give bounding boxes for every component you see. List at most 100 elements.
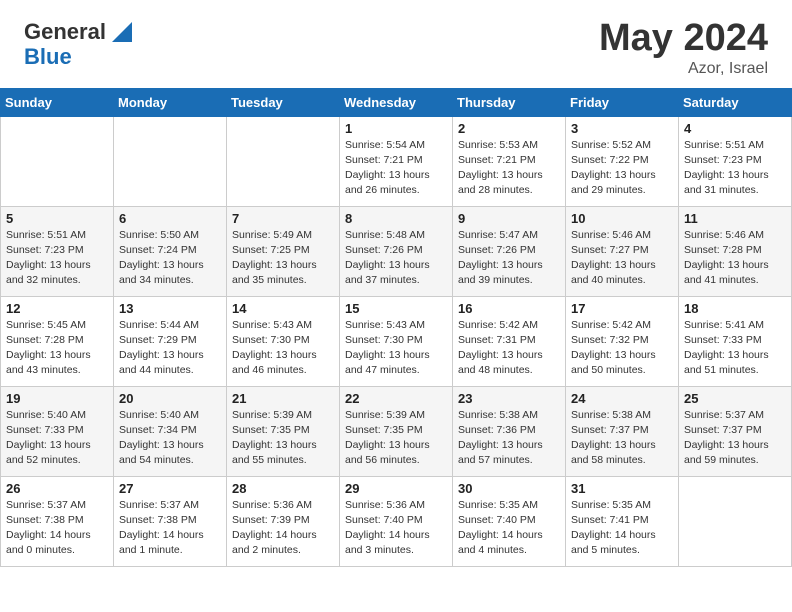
day-number: 17	[571, 301, 673, 316]
calendar-cell: 11Sunrise: 5:46 AM Sunset: 7:28 PM Dayli…	[679, 206, 792, 296]
day-number: 24	[571, 391, 673, 406]
day-number: 7	[232, 211, 334, 226]
day-info: Sunrise: 5:46 AM Sunset: 7:27 PM Dayligh…	[571, 228, 673, 289]
day-info: Sunrise: 5:45 AM Sunset: 7:28 PM Dayligh…	[6, 318, 108, 379]
day-info: Sunrise: 5:39 AM Sunset: 7:35 PM Dayligh…	[232, 408, 334, 469]
day-info: Sunrise: 5:35 AM Sunset: 7:41 PM Dayligh…	[571, 498, 673, 559]
calendar-header: SundayMondayTuesdayWednesdayThursdayFrid…	[1, 88, 792, 116]
day-info: Sunrise: 5:48 AM Sunset: 7:26 PM Dayligh…	[345, 228, 447, 289]
day-info: Sunrise: 5:40 AM Sunset: 7:34 PM Dayligh…	[119, 408, 221, 469]
calendar-cell: 14 Sunrise: 5:43 AM Sunset: 7:30 PM Dayli…	[227, 296, 340, 386]
month-title: May 2024	[599, 18, 768, 60]
day-number: 31	[571, 481, 673, 496]
day-info: Sunrise: 5:50 AM Sunset: 7:24 PM Dayligh…	[119, 228, 221, 289]
calendar-cell: 23 Sunrise: 5:38 AM Sunset: 7:36 PM Dayli…	[453, 386, 566, 476]
calendar-cell: 19Sunrise: 5:40 AM Sunset: 7:33 PM Dayli…	[1, 386, 114, 476]
calendar-cell: 8 Sunrise: 5:48 AM Sunset: 7:26 PM Daylig…	[340, 206, 453, 296]
day-number: 1	[345, 121, 447, 136]
logo: General Blue	[24, 18, 136, 69]
calendar-cell: 30 Sunrise: 5:35 AM Sunset: 7:40 PM Dayli…	[453, 476, 566, 566]
day-info: Sunrise: 5:37 AM Sunset: 7:37 PM Dayligh…	[684, 408, 786, 469]
calendar-week-4: 19Sunrise: 5:40 AM Sunset: 7:33 PM Dayli…	[1, 386, 792, 476]
day-info: Sunrise: 5:43 AM Sunset: 7:30 PM Dayligh…	[232, 318, 334, 379]
weekday-header-thursday: Thursday	[453, 88, 566, 116]
calendar-body: 1 Sunrise: 5:54 AM Sunset: 7:21 PM Daylig…	[1, 116, 792, 566]
day-number: 20	[119, 391, 221, 406]
calendar-cell	[1, 116, 114, 206]
weekday-header-tuesday: Tuesday	[227, 88, 340, 116]
day-number: 25	[684, 391, 786, 406]
title-area: May 2024 Azor, Israel	[599, 18, 768, 78]
day-number: 8	[345, 211, 447, 226]
day-info: Sunrise: 5:43 AM Sunset: 7:30 PM Dayligh…	[345, 318, 447, 379]
calendar-cell: 28Sunrise: 5:36 AM Sunset: 7:39 PM Dayli…	[227, 476, 340, 566]
calendar-week-5: 26Sunrise: 5:37 AM Sunset: 7:38 PM Dayli…	[1, 476, 792, 566]
calendar-cell: 4 Sunrise: 5:51 AM Sunset: 7:23 PM Daylig…	[679, 116, 792, 206]
day-number: 14	[232, 301, 334, 316]
weekday-header-saturday: Saturday	[679, 88, 792, 116]
day-number: 29	[345, 481, 447, 496]
calendar-cell: 29 Sunrise: 5:36 AM Sunset: 7:40 PM Dayli…	[340, 476, 453, 566]
calendar-cell: 15Sunrise: 5:43 AM Sunset: 7:30 PM Dayli…	[340, 296, 453, 386]
day-info: Sunrise: 5:42 AM Sunset: 7:31 PM Dayligh…	[458, 318, 560, 379]
calendar-cell: 27Sunrise: 5:37 AM Sunset: 7:38 PM Dayli…	[114, 476, 227, 566]
day-info: Sunrise: 5:35 AM Sunset: 7:40 PM Dayligh…	[458, 498, 560, 559]
day-number: 18	[684, 301, 786, 316]
day-info: Sunrise: 5:53 AM Sunset: 7:21 PM Dayligh…	[458, 138, 560, 199]
calendar-cell: 18Sunrise: 5:41 AM Sunset: 7:33 PM Dayli…	[679, 296, 792, 386]
day-info: Sunrise: 5:37 AM Sunset: 7:38 PM Dayligh…	[6, 498, 108, 559]
calendar-table: SundayMondayTuesdayWednesdayThursdayFrid…	[0, 88, 792, 567]
calendar-cell: 20 Sunrise: 5:40 AM Sunset: 7:34 PM Dayli…	[114, 386, 227, 476]
day-info: Sunrise: 5:36 AM Sunset: 7:40 PM Dayligh…	[345, 498, 447, 559]
weekday-header-wednesday: Wednesday	[340, 88, 453, 116]
day-info: Sunrise: 5:46 AM Sunset: 7:28 PM Dayligh…	[684, 228, 786, 289]
calendar-cell	[227, 116, 340, 206]
day-info: Sunrise: 5:47 AM Sunset: 7:26 PM Dayligh…	[458, 228, 560, 289]
day-number: 22	[345, 391, 447, 406]
calendar-cell: 5Sunrise: 5:51 AM Sunset: 7:23 PM Daylig…	[1, 206, 114, 296]
calendar-cell: 9Sunrise: 5:47 AM Sunset: 7:26 PM Daylig…	[453, 206, 566, 296]
day-number: 6	[119, 211, 221, 226]
day-info: Sunrise: 5:38 AM Sunset: 7:36 PM Dayligh…	[458, 408, 560, 469]
day-number: 30	[458, 481, 560, 496]
day-info: Sunrise: 5:54 AM Sunset: 7:21 PM Dayligh…	[345, 138, 447, 199]
day-info: Sunrise: 5:51 AM Sunset: 7:23 PM Dayligh…	[684, 138, 786, 199]
calendar-cell: 31 Sunrise: 5:35 AM Sunset: 7:41 PM Dayli…	[566, 476, 679, 566]
day-info: Sunrise: 5:44 AM Sunset: 7:29 PM Dayligh…	[119, 318, 221, 379]
calendar-cell: 21 Sunrise: 5:39 AM Sunset: 7:35 PM Dayli…	[227, 386, 340, 476]
day-number: 12	[6, 301, 108, 316]
day-info: Sunrise: 5:52 AM Sunset: 7:22 PM Dayligh…	[571, 138, 673, 199]
calendar-week-3: 12 Sunrise: 5:45 AM Sunset: 7:28 PM Dayli…	[1, 296, 792, 386]
day-number: 4	[684, 121, 786, 136]
calendar-cell: 13 Sunrise: 5:44 AM Sunset: 7:29 PM Dayli…	[114, 296, 227, 386]
day-info: Sunrise: 5:37 AM Sunset: 7:38 PM Dayligh…	[119, 498, 221, 559]
weekday-header-friday: Friday	[566, 88, 679, 116]
day-info: Sunrise: 5:38 AM Sunset: 7:37 PM Dayligh…	[571, 408, 673, 469]
calendar-cell: 2Sunrise: 5:53 AM Sunset: 7:21 PM Daylig…	[453, 116, 566, 206]
calendar-week-2: 5Sunrise: 5:51 AM Sunset: 7:23 PM Daylig…	[1, 206, 792, 296]
calendar-cell: 7 Sunrise: 5:49 AM Sunset: 7:25 PM Daylig…	[227, 206, 340, 296]
calendar-cell: 12 Sunrise: 5:45 AM Sunset: 7:28 PM Dayli…	[1, 296, 114, 386]
day-number: 16	[458, 301, 560, 316]
day-number: 13	[119, 301, 221, 316]
calendar-cell: 3 Sunrise: 5:52 AM Sunset: 7:22 PM Daylig…	[566, 116, 679, 206]
day-info: Sunrise: 5:51 AM Sunset: 7:23 PM Dayligh…	[6, 228, 108, 289]
day-info: Sunrise: 5:39 AM Sunset: 7:35 PM Dayligh…	[345, 408, 447, 469]
page-header: General Blue May 2024 Azor, Israel	[0, 0, 792, 88]
calendar-cell	[114, 116, 227, 206]
logo-general-text: General	[24, 21, 106, 43]
calendar-cell: 26Sunrise: 5:37 AM Sunset: 7:38 PM Dayli…	[1, 476, 114, 566]
day-number: 21	[232, 391, 334, 406]
day-info: Sunrise: 5:49 AM Sunset: 7:25 PM Dayligh…	[232, 228, 334, 289]
calendar-cell: 17Sunrise: 5:42 AM Sunset: 7:32 PM Dayli…	[566, 296, 679, 386]
day-number: 23	[458, 391, 560, 406]
calendar-cell	[679, 476, 792, 566]
day-number: 10	[571, 211, 673, 226]
calendar-cell: 16 Sunrise: 5:42 AM Sunset: 7:31 PM Dayli…	[453, 296, 566, 386]
logo-icon	[108, 18, 136, 46]
day-number: 19	[6, 391, 108, 406]
calendar-cell: 24 Sunrise: 5:38 AM Sunset: 7:37 PM Dayli…	[566, 386, 679, 476]
location-subtitle: Azor, Israel	[599, 60, 768, 78]
day-number: 3	[571, 121, 673, 136]
weekday-header-monday: Monday	[114, 88, 227, 116]
